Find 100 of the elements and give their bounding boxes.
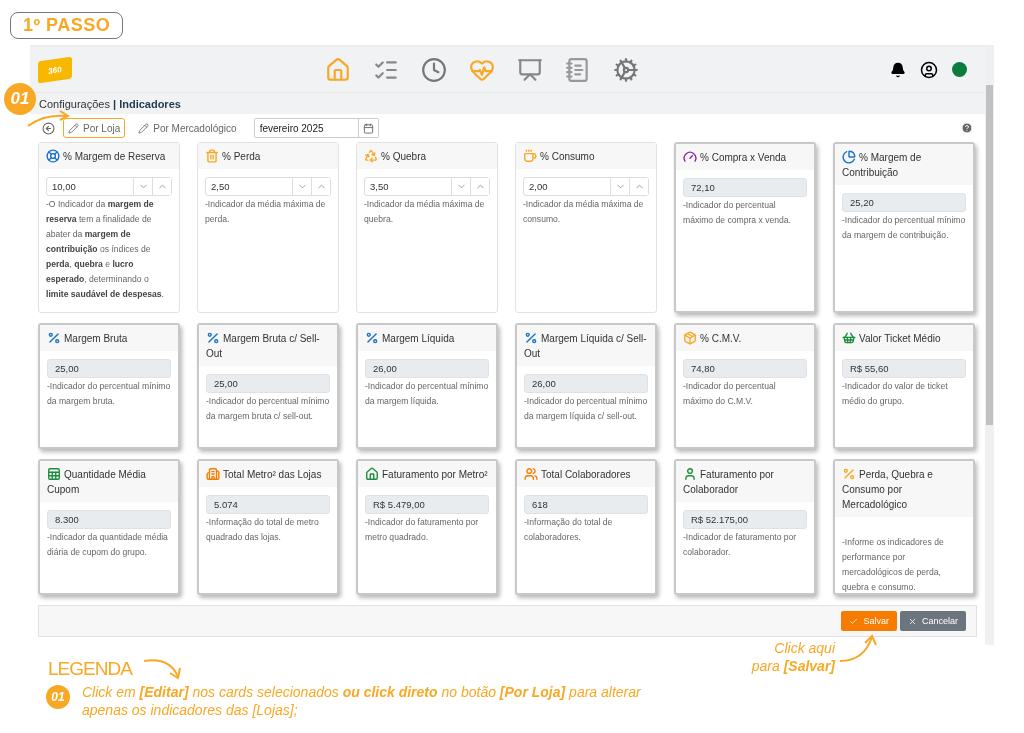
- increase-button[interactable]: [470, 178, 489, 195]
- legend-title: LEGENDA: [48, 657, 132, 681]
- chart-board-icon: [517, 57, 543, 83]
- percent-icon: [206, 331, 220, 345]
- help-icon[interactable]: [961, 122, 973, 134]
- value-field: R$ 52.175,00: [683, 510, 807, 529]
- curved-arrow: [838, 633, 878, 665]
- basket-icon: [842, 331, 856, 345]
- increase-button[interactable]: [311, 178, 330, 195]
- lifebuoy-icon: [46, 149, 60, 163]
- spreadsheet-icon: [47, 467, 61, 481]
- building-icon: [206, 467, 220, 481]
- card-description: -Indicador do percentual mínimo da margem bruta.: [47, 380, 171, 408]
- card-title: Perda, Quebra e Consumo por Mercadológico: [835, 461, 973, 517]
- indicator-card[interactable]: Valor Ticket Médio R$ 55,60 -Indicador do valor de ticket médio do grupo.: [833, 323, 975, 449]
- indicator-card[interactable]: % Compra x Venda 72,10 -Indicador do percentual máximo de compra x venda.: [674, 142, 816, 313]
- indicator-card[interactable]: Margem Bruta c/ Sell-Out 25,00 -Indicador do percentual mínimo da margem bruta c/ sell-out.: [197, 323, 339, 449]
- value-field: 5.074: [206, 495, 330, 514]
- percent-icon: [524, 331, 538, 345]
- indicator-card[interactable]: Total Metro² das Lojas 5.074 -Informação do total de metro quadrado das lojas.: [197, 459, 339, 595]
- card-description: -Indicador do valor de ticket médio do grupo.: [842, 380, 949, 408]
- card-title: Quantidade Média Cupom: [40, 461, 178, 502]
- card-title: Total Metro² das Lojas: [199, 461, 337, 487]
- card-title: Valor Ticket Médio: [835, 325, 973, 351]
- value-field: R$ 5.479,00: [365, 495, 489, 514]
- user-icon[interactable]: [920, 60, 938, 79]
- indicator-card[interactable]: % Margem de Contribuição 25,20 -Indicador do percentual mínimo da margem de contribuição.: [833, 142, 975, 313]
- card-title: % Quebra: [357, 143, 497, 169]
- indicator-card[interactable]: Quantidade Média Cupom 8.300 -Indicador da quantidade média diária de cupom do grupo.: [38, 459, 180, 595]
- number-field[interactable]: 2,00: [523, 177, 649, 196]
- indicator-card[interactable]: % Perda 2,50 -Indicador da média máxima de perda.: [197, 142, 339, 313]
- value-field: 8.300: [47, 510, 171, 529]
- close-icon: [907, 616, 917, 626]
- card-title: % Consumo: [516, 143, 656, 169]
- number-field[interactable]: 2,50: [205, 177, 331, 196]
- increase-button[interactable]: [152, 178, 171, 195]
- check-icon: [849, 616, 859, 626]
- person-icon: [683, 467, 697, 481]
- indicator-card[interactable]: % C.M.V. 74,80 -Indicador do percentual máximo do C.M.V.: [674, 323, 816, 449]
- card-description: -Informe os indicadores de performance por mercadológicos de perda, quebra e consumo.: [842, 536, 945, 594]
- card-title: Faturamento por Colaborador: [676, 461, 814, 502]
- step-marker: 01: [4, 83, 36, 115]
- number-field[interactable]: 10,00: [46, 177, 172, 196]
- breadcrumb: Configurações | Indicadores: [30, 92, 985, 114]
- people-icon: [524, 467, 538, 481]
- card-description: -Indicador de faturamento por colaborador.: [683, 531, 798, 559]
- card-title: Margem Líquida: [358, 325, 496, 351]
- card-description: -Informação do total de metro quadrado das lojas.: [206, 516, 320, 544]
- number-field[interactable]: 3,50: [364, 177, 490, 196]
- card-description: -Indicador do percentual máximo de compra x venda.: [683, 199, 792, 227]
- percent-icon: [365, 331, 379, 345]
- card-description: -Indicador do percentual mínimo da margem líquida.: [365, 380, 489, 408]
- cup-icon: [523, 149, 537, 163]
- calendar-button[interactable]: [357, 119, 378, 137]
- indicator-card[interactable]: Perda, Quebra e Consumo por Mercadológico -Informe os indicadores de performance por mercadológicos de perda, quebra e consumo.: [833, 459, 975, 595]
- indicator-card[interactable]: Faturamento por Metro² R$ 5.479,00 -Indicador do faturamento por metro quadrado.: [356, 459, 498, 595]
- indicator-card[interactable]: % Consumo 2,00 -Indicador da média máxima de consumo.: [515, 142, 657, 313]
- indicator-card[interactable]: [38, 142, 180, 313]
- card-description: -Indicador da quantidade média diária de cupom do grupo.: [47, 531, 169, 559]
- card-title: Margem Bruta: [40, 325, 178, 351]
- increase-button[interactable]: [629, 178, 648, 195]
- indicator-card[interactable]: Margem Líquida c/ Sell-Out 26,00 -Indicador do percentual mínimo da margem líquida c/ sell-out.: [515, 323, 657, 449]
- clock-icon: [421, 57, 447, 83]
- indicator-card[interactable]: Margem Líquida 26,00 -Indicador do percentual mínimo da margem líquida.: [356, 323, 498, 449]
- card-title: % Margem de Reserva: [39, 143, 179, 169]
- indicator-card[interactable]: Total Colaboradores 618 -Informação do total de colaboradores.: [515, 459, 657, 595]
- card-title: % Compra x Venda: [676, 144, 814, 170]
- bell-icon[interactable]: [890, 61, 906, 78]
- card-description: -Indicador do percentual mínimo da margem bruta c/ sell-out.: [206, 395, 330, 423]
- date-field[interactable]: fevereiro 2025: [253, 118, 379, 138]
- status-dot: [952, 62, 967, 77]
- back-icon[interactable]: [42, 121, 55, 135]
- value-field: 72,10: [683, 178, 807, 197]
- card-description: -Indicador da média máxima de quebra.: [364, 198, 486, 226]
- card-title: % C.M.V.: [676, 325, 814, 351]
- pie-chart-icon: [842, 150, 856, 164]
- trash-icon: [205, 149, 219, 163]
- heart-pulse-icon: [469, 57, 495, 83]
- indicator-card[interactable]: % Quebra 3,50 -Indicador da média máxima de quebra.: [356, 142, 498, 313]
- value-field: R$ 55,60: [842, 359, 966, 378]
- value-field: 74,80: [683, 359, 807, 378]
- tab[interactable]: Por Loja: [63, 118, 126, 138]
- value-field: 25,00: [47, 359, 171, 378]
- pencil-icon: [68, 122, 79, 134]
- notebook-icon: [565, 57, 591, 83]
- card-description: -Indicador do percentual máximo do C.M.V.: [683, 380, 777, 408]
- percent-icon: [842, 467, 856, 481]
- card-description: -Indicador do faturamento por metro quadrado.: [365, 516, 480, 544]
- house-icon: [325, 57, 351, 83]
- indicator-card[interactable]: Faturamento por Colaborador R$ 52.175,00 -Indicador de faturamento por colaborador.: [674, 459, 816, 595]
- scrollbar-thumb[interactable]: [986, 85, 993, 425]
- card-description: -O Indicador da margem de reserva tem a finalidade de abater da margem de contribuição os índices de perda, quebra e lucro esperado, determinando o limite saudável de despesas.: [46, 198, 165, 301]
- gear-icon: [613, 57, 639, 83]
- cancel-button[interactable]: Cancelar: [899, 611, 966, 631]
- card-description: -Informação do total de colaboradores.: [524, 516, 614, 544]
- card-title: Margem Líquida c/ Sell-Out: [517, 325, 655, 366]
- value-field: 25,00: [206, 374, 330, 393]
- card-title: Margem Bruta c/ Sell-Out: [199, 325, 337, 366]
- indicator-card[interactable]: Margem Bruta 25,00 -Indicador do percentual mínimo da margem bruta.: [38, 323, 180, 449]
- card-title: % Margem de Contribuição: [835, 144, 973, 185]
